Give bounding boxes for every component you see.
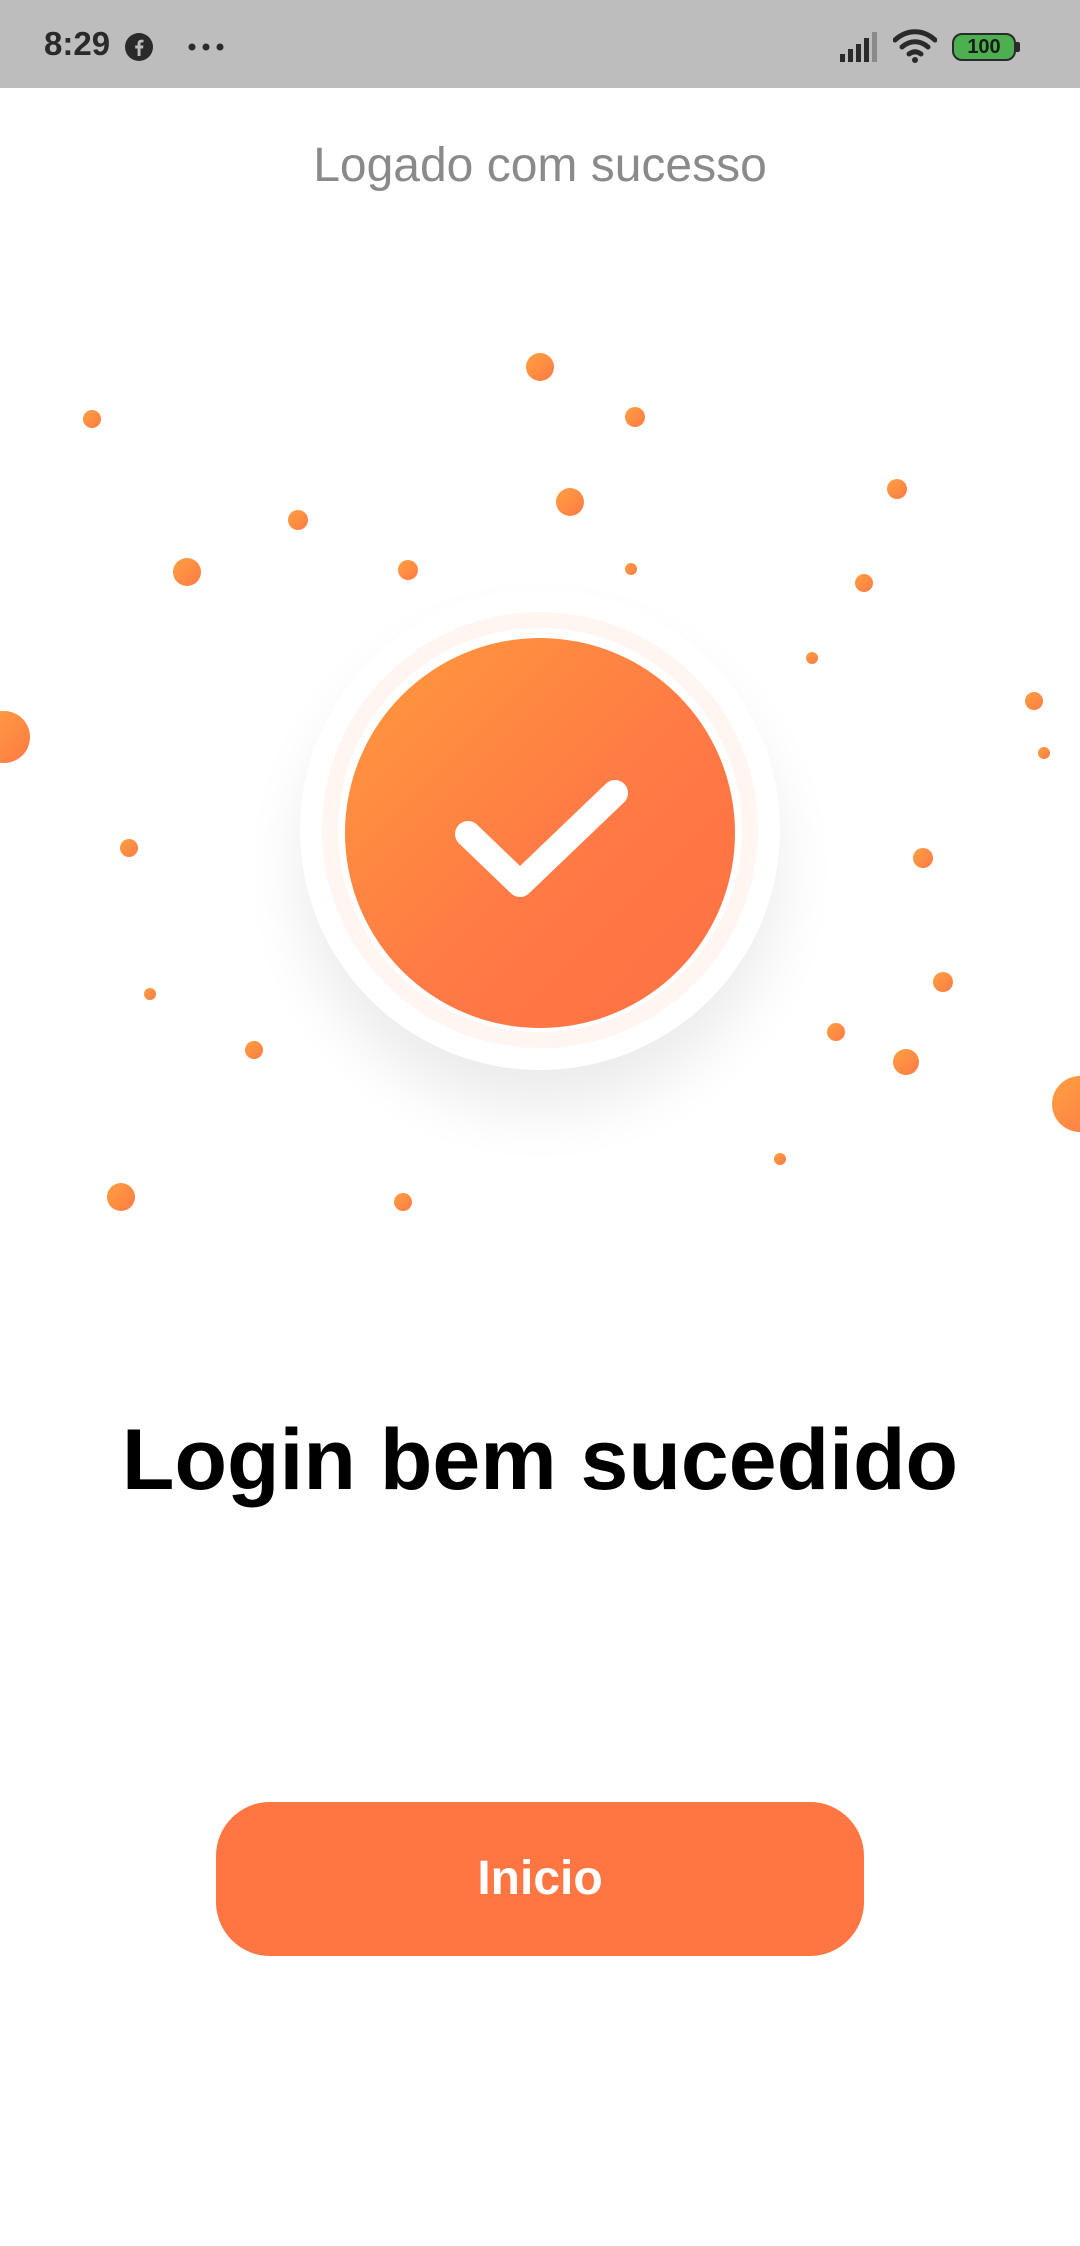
check-icon <box>455 780 628 897</box>
home-button[interactable]: Inicio <box>216 1802 864 1956</box>
success-message: Login bem sucedido <box>121 1412 959 1508</box>
login-success-screen: 8:29 100 Logado com sucesso Login bem su… <box>0 0 1080 2246</box>
